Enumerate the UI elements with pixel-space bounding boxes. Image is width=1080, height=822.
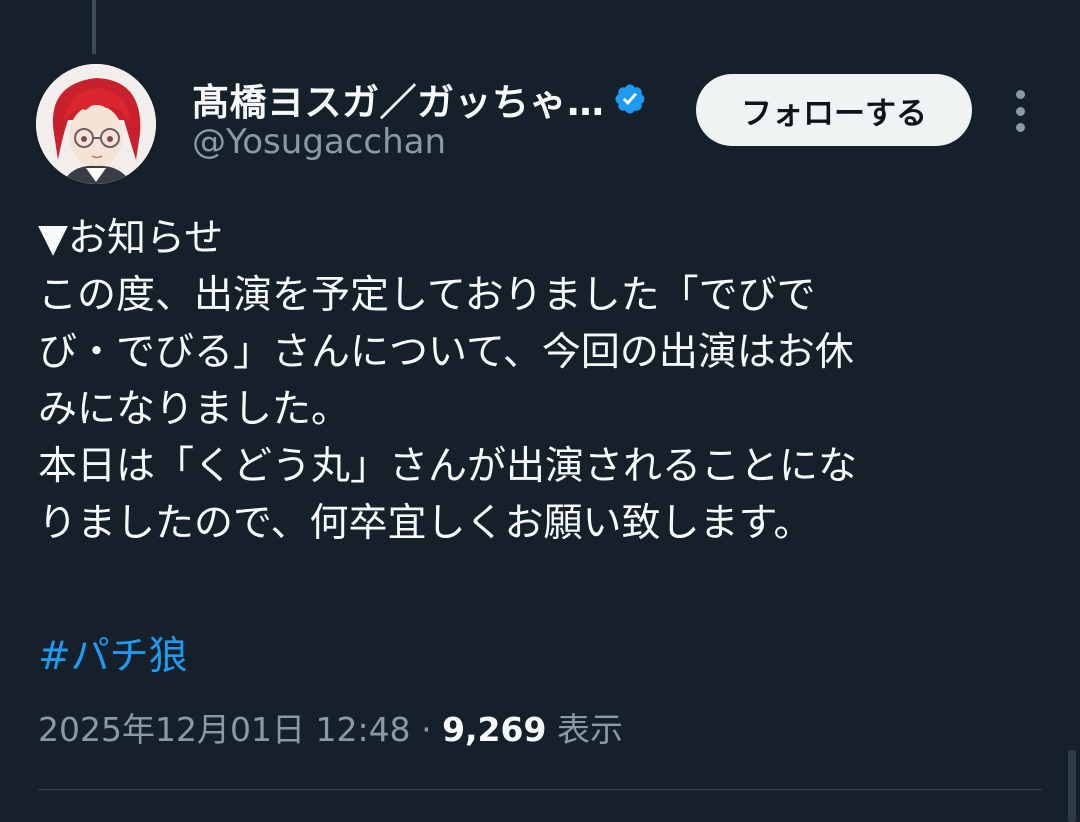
- more-dot: [1015, 106, 1025, 116]
- tweet-line: ▼お知らせ: [38, 216, 224, 261]
- more-dot: [1015, 123, 1025, 132]
- thread-connector-line: [92, 0, 96, 54]
- tweet-meta: 2025年12月01日 12:48 · 9,269 表示: [38, 706, 623, 754]
- follow-button[interactable]: フォローする: [696, 74, 972, 146]
- scrollbar[interactable]: [1068, 750, 1076, 822]
- author-handle[interactable]: @Yosugacchan: [192, 122, 446, 162]
- tweet-line: び・でびる」さんについて、今回の出演はお休: [38, 330, 854, 375]
- views-label: 表示: [556, 710, 623, 749]
- avatar-image: [36, 64, 156, 184]
- more-options-icon[interactable]: [1000, 86, 1040, 136]
- author-display-name[interactable]: 髙橋ヨスガ／ガッちゃ…: [192, 72, 605, 126]
- hashtag-link[interactable]: #パチ狼: [38, 628, 188, 685]
- tweet-line: みになりました。: [38, 387, 351, 432]
- tweet-line: この度、出演を予定しておりました「でびで: [38, 273, 816, 318]
- avatar[interactable]: [36, 64, 156, 184]
- verified-badge-icon: [614, 84, 645, 114]
- divider: [38, 789, 1042, 790]
- meta-separator: ·: [421, 710, 432, 749]
- author-name-row[interactable]: 髙橋ヨスガ／ガッちゃ…: [192, 72, 647, 126]
- tweet-line: りましたので、何卒宜しくお願い致します。: [38, 501, 813, 546]
- tweet-line: 本日は「くどう丸」さんが出演されることにな: [38, 444, 858, 489]
- tweet-text: ▼お知らせ この度、出演を予定しておりました「でびで び・でびる」さんについて、…: [38, 210, 1048, 552]
- more-dot: [1015, 90, 1025, 99]
- views-count[interactable]: 9,269: [442, 710, 546, 749]
- tweet-timestamp[interactable]: 2025年12月01日 12:48: [38, 710, 411, 749]
